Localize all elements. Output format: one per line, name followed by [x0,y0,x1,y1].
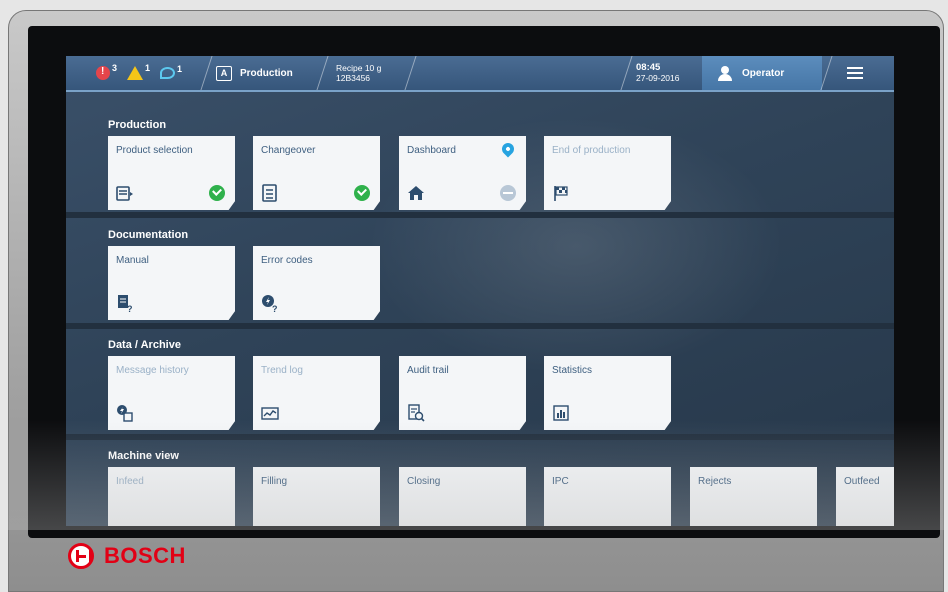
separator [200,56,213,90]
hmi-screen: 3 1 1 A Production Recipe 10 g 12B3456 0… [66,56,894,526]
tile-label: Filling [261,476,288,487]
status-inactive-icon [500,185,516,201]
tile-outfeed[interactable]: Outfeed [836,467,894,526]
message-icon [160,67,176,79]
warning-icon [127,66,144,80]
tile-dashboard[interactable]: Dashboard [399,136,526,210]
recipe-name: Recipe 10 g [336,63,382,73]
audit-icon [408,404,425,422]
tile-ipc[interactable]: IPC [544,467,671,526]
section-title-production: Production [108,119,167,131]
brand-logo: BOSCH [68,543,186,569]
tile-label: Changeover [261,145,316,156]
bosch-armature-icon [68,543,94,569]
tile-label: Message history [116,365,189,376]
mode-label: Production [240,67,293,79]
brand-name: BOSCH [104,543,186,568]
tile-label: Dashboard [407,145,456,156]
hamburger-menu-icon[interactable] [847,67,863,79]
time-display: 08:45 [636,62,661,73]
error-count: 3 [112,63,118,73]
tile-label: Infeed [116,476,144,487]
tile-closing[interactable]: Closing [399,467,526,526]
clock: 08:45 27-09-2016 [636,56,679,90]
mode-selector[interactable]: A Production [216,56,293,90]
pin-icon[interactable] [499,140,517,158]
tile-audit-trail[interactable]: Audit trail [399,356,526,430]
svg-text:?: ? [272,304,278,312]
user-name: Operator [742,67,785,79]
section-divider [66,212,894,218]
recipe-id: 12B3456 [336,73,371,83]
tile-label: Audit trail [407,365,449,376]
status-ok-icon [209,185,225,201]
message-count: 1 [177,64,183,74]
alarm-indicators: 3 1 1 [96,56,192,90]
tile-label: End of production [552,145,631,156]
tile-label: Statistics [552,365,593,376]
message-history-icon [117,405,133,422]
tile-product-selection[interactable]: Product selection [108,136,235,210]
message-alert[interactable]: 1 [160,64,183,79]
warning-count: 1 [145,63,151,73]
section-divider [66,434,894,440]
mode-icon: A [216,65,232,81]
recipe-info[interactable]: Recipe 10 g 12B3456 [336,56,381,90]
warning-alert[interactable]: 1 [127,63,151,80]
error-alert[interactable]: 3 [96,63,118,80]
tile-error-codes[interactable]: Error codes ? [253,246,380,320]
tile-message-history[interactable]: Message history [108,356,235,430]
home-icon [408,186,424,200]
statistics-icon [553,405,569,421]
tile-rejects[interactable]: Rejects [690,467,817,526]
product-selection-icon [116,186,133,201]
error-icon [96,66,110,80]
finish-flag-icon [554,186,568,201]
section-title-documentation: Documentation [108,229,189,241]
separator [620,56,633,90]
section-title-machine-view: Machine view [108,450,179,462]
tile-label: Rejects [698,476,732,487]
separator [404,56,417,90]
tile-label: Product selection [116,145,193,156]
tile-label: Trend log [261,365,303,376]
tile-statistics[interactable]: Statistics [544,356,671,430]
tile-infeed[interactable]: Infeed [108,467,235,526]
tile-label: Manual [116,255,149,266]
section-title-data-archive: Data / Archive [108,339,181,351]
tile-trend-log[interactable]: Trend log [253,356,380,430]
tile-label: IPC [552,476,569,487]
separator [316,56,329,90]
tile-filling[interactable]: Filling [253,467,380,526]
tile-label: Error codes [261,255,313,266]
tile-end-of-production[interactable]: End of production [544,136,671,210]
tile-label: Closing [407,476,441,487]
date-display: 27-09-2016 [636,73,680,83]
user-button[interactable]: Operator [702,56,822,90]
status-ok-icon [354,185,370,201]
svg-text:?: ? [127,304,133,312]
top-bar: 3 1 1 A Production Recipe 10 g 12B3456 0… [66,56,894,92]
tile-manual[interactable]: Manual ? [108,246,235,320]
trend-icon [261,407,279,420]
manual-icon: ? [118,295,133,312]
tile-changeover[interactable]: Changeover [253,136,380,210]
error-codes-icon: ? [262,295,278,312]
section-divider [66,323,894,329]
checklist-icon [262,184,277,202]
user-icon [718,66,732,81]
tile-label: Outfeed [844,476,880,487]
separator [820,56,833,90]
